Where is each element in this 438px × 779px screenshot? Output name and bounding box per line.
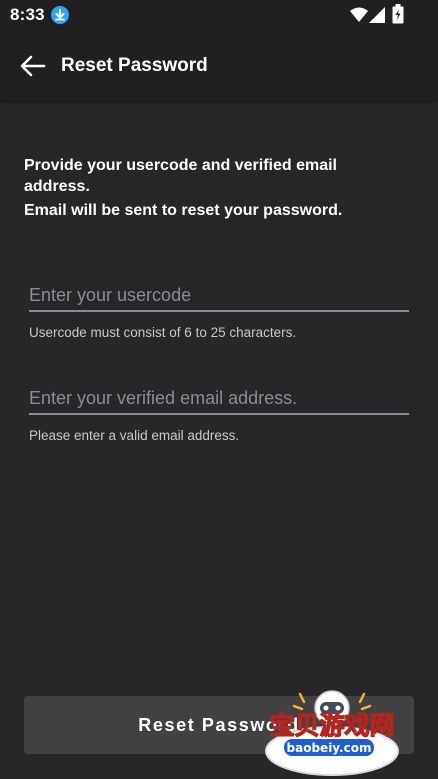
reset-password-button[interactable]: Reset Password (24, 696, 414, 754)
status-time: 8:33 (10, 5, 45, 24)
usercode-input[interactable] (29, 282, 409, 308)
wifi-icon (350, 7, 368, 27)
email-input[interactable] (29, 385, 409, 411)
email-helper-text: Please enter a valid email address. (29, 428, 240, 443)
arrow-left-icon (20, 55, 46, 77)
usercode-field (29, 282, 409, 312)
email-field (29, 385, 409, 415)
usercode-helper-text: Usercode must consist of 6 to 25 charact… (29, 325, 297, 340)
instructions-text: Provide your usercode and verified email… (24, 155, 384, 221)
battery-icon (392, 4, 404, 29)
page-title: Reset Password (61, 55, 208, 76)
status-bar: 8:33 (0, 0, 438, 30)
app-bar: Reset Password (0, 30, 438, 100)
download-icon (51, 6, 69, 24)
back-button[interactable] (14, 50, 54, 82)
instructions-line-2: Email will be sent to reset your passwor… (24, 202, 343, 219)
signal-icon (369, 7, 386, 28)
instructions-line-1: Provide your usercode and verified email… (24, 157, 337, 195)
